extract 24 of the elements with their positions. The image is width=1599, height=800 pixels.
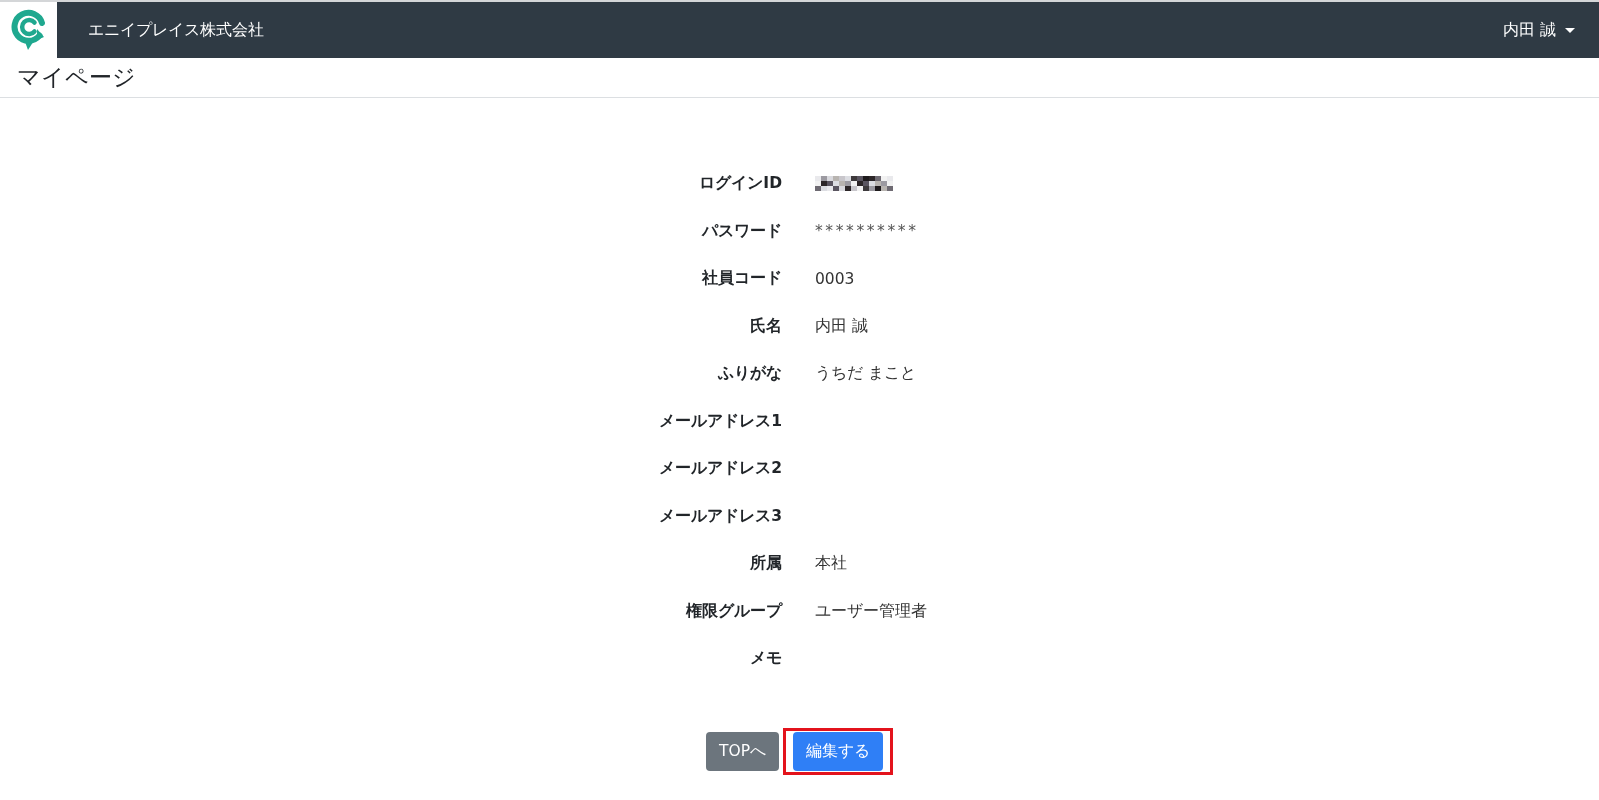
- field-label: メモ: [750, 648, 782, 670]
- caret-icon: [1565, 27, 1575, 33]
- logo-icon: [10, 9, 47, 51]
- field-label: 権限グループ: [686, 600, 782, 622]
- field-label: ログインID: [699, 173, 782, 195]
- field-label: パスワード: [702, 220, 782, 242]
- field-label: 所属: [750, 553, 782, 575]
- field-label: 氏名: [750, 315, 782, 337]
- top-button[interactable]: TOPへ: [706, 731, 779, 771]
- field-value: 内田 誠: [815, 315, 868, 337]
- company-name: エニイプレイス株式会社: [88, 19, 264, 41]
- field-label: メールアドレス1: [659, 410, 782, 432]
- field-value: 本社: [815, 553, 847, 575]
- edit-button[interactable]: 編集する: [793, 731, 883, 771]
- field-label: 社員コード: [702, 268, 782, 290]
- user-menu[interactable]: 内田 誠: [1500, 15, 1577, 45]
- field-label: ふりがな: [718, 363, 782, 385]
- page-title: マイページ: [17, 63, 136, 92]
- field-value: うちだ まこと: [815, 363, 916, 385]
- masked-password: **********: [815, 222, 919, 241]
- field-label: メールアドレス2: [659, 458, 782, 480]
- field-value: 0003: [815, 269, 855, 288]
- field-label: メールアドレス3: [659, 505, 782, 527]
- field-value: ユーザー管理者: [815, 600, 927, 622]
